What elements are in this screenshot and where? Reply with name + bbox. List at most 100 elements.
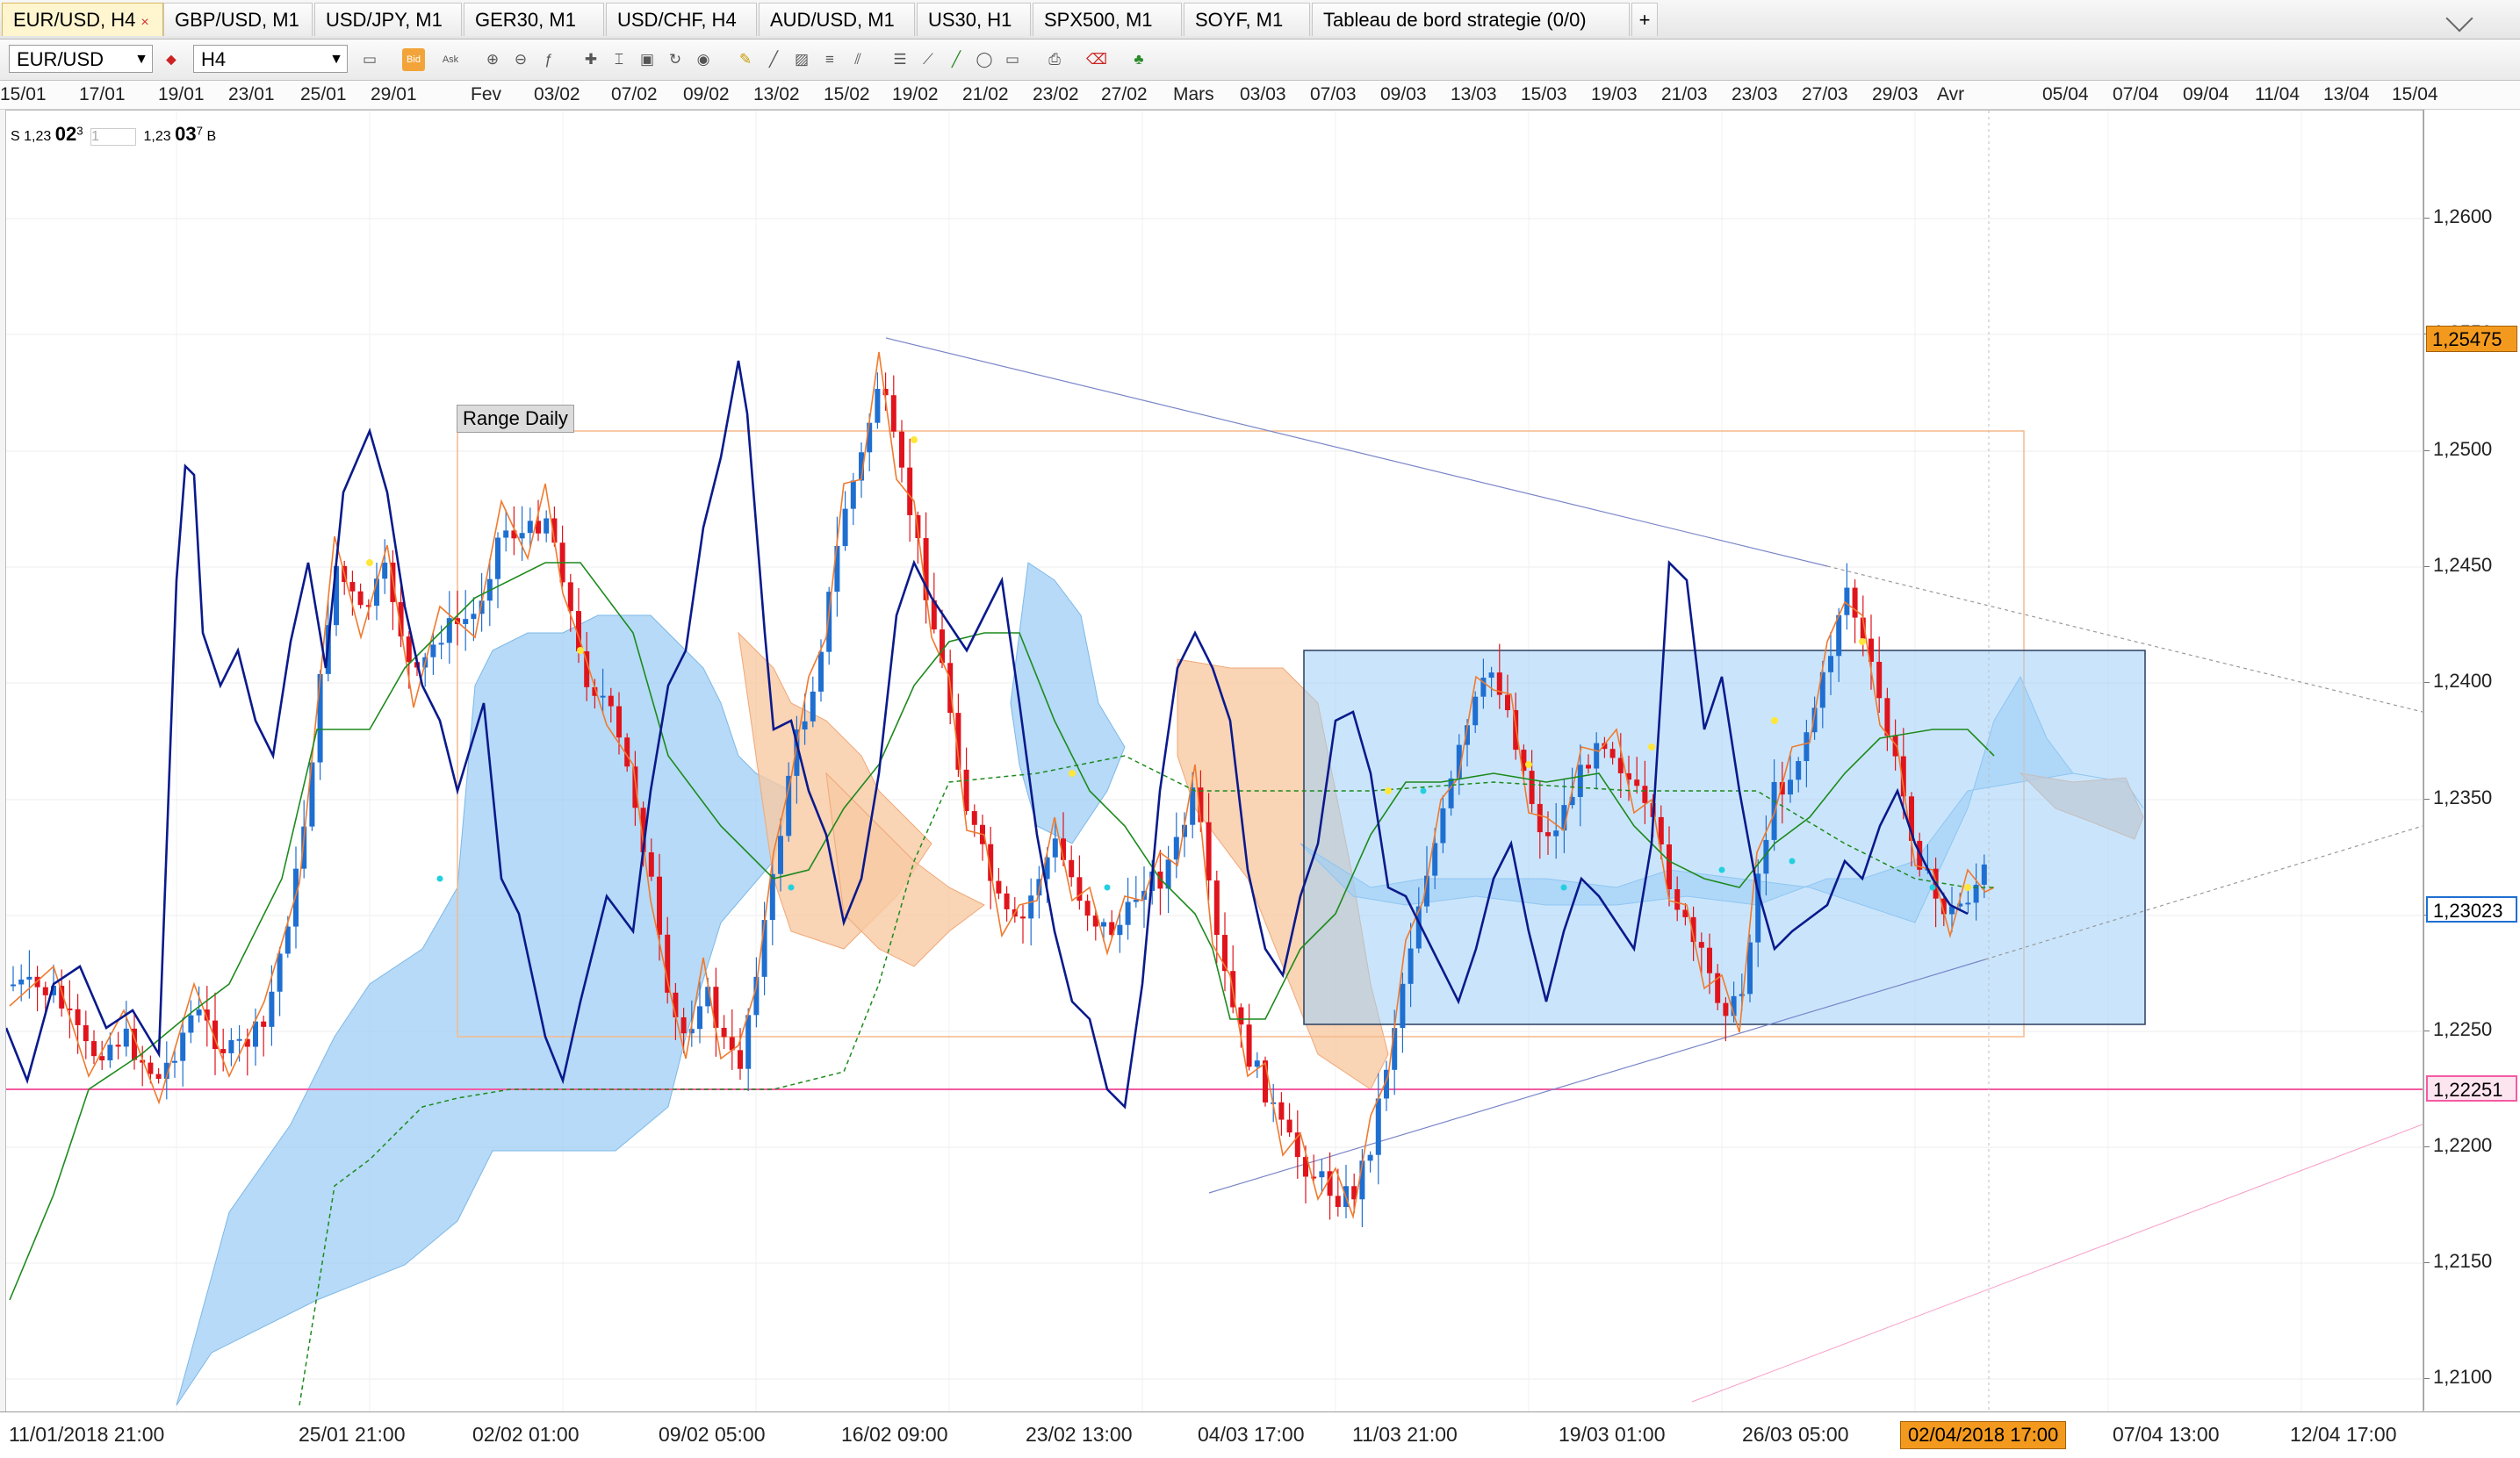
date-scale-label: 23/03: [1732, 84, 1778, 104]
close-icon[interactable]: ×: [140, 15, 148, 30]
ask-button[interactable]: Ask: [439, 48, 462, 71]
tab-gbpusd-m1[interactable]: GBP/USD, M1: [163, 3, 313, 36]
eraser-icon[interactable]: ⌫: [1085, 48, 1108, 71]
print-icon[interactable]: ⎙: [1043, 48, 1066, 71]
bearish-candle: [907, 467, 913, 515]
horizontal-lines-icon[interactable]: ☰: [889, 48, 911, 71]
signal-marker: [911, 436, 918, 443]
indicators-icon[interactable]: ƒ: [537, 48, 560, 71]
tab-label: GBP/USD, M1: [175, 9, 299, 31]
globe-icon[interactable]: ◉: [692, 48, 715, 71]
bullish-candle: [1375, 1098, 1381, 1155]
bullish-candle: [875, 389, 881, 423]
bid-button[interactable]: Bid: [402, 48, 425, 71]
signal-marker: [577, 647, 584, 654]
bearish-candle: [75, 1009, 81, 1025]
zoom-in-icon[interactable]: ⊕: [481, 48, 504, 71]
date-scale-label: 03/03: [1240, 84, 1286, 104]
symbol-select[interactable]: EUR/USD ▼: [9, 45, 153, 73]
sell-label: S: [11, 129, 20, 144]
price-tick-mark: [2424, 1378, 2430, 1379]
trend-line-upper: [885, 337, 1828, 567]
tab-audusd-m1[interactable]: AUD/USD, M1: [759, 3, 915, 36]
tree-icon[interactable]: ♣: [1127, 48, 1150, 71]
bearish-candle: [1667, 844, 1672, 890]
bullish-candle: [1319, 1171, 1325, 1178]
crosshair-icon[interactable]: ✚: [580, 48, 602, 71]
tab-soyf-m1[interactable]: SOYF, M1: [1184, 3, 1310, 36]
bullish-candle: [1052, 838, 1058, 858]
tab-eurusd-h4[interactable]: EUR/USD, H4 ×: [2, 3, 163, 36]
bearish-candle: [963, 769, 969, 812]
bullish-candle: [1844, 587, 1850, 615]
add-tab-button[interactable]: +: [1631, 3, 1658, 36]
bullish-candle: [1101, 922, 1106, 927]
cursor-icon[interactable]: ⌶: [608, 48, 630, 71]
bullish-candle: [293, 868, 299, 927]
sell-price-prefix: 1,23: [24, 129, 52, 144]
bullish-candle: [1400, 983, 1406, 1029]
bearish-candle: [349, 582, 356, 592]
date-scale-label: 29/03: [1872, 84, 1919, 104]
date-scale-label: 07/04: [2113, 84, 2159, 104]
date-scale-label: 19/02: [892, 84, 939, 104]
chart-toolbar: EUR/USD ▼ ⬥ H4 ▼ ▭ Bid Ask ⊕ ⊖ ƒ ✚ ⌶ ▣ ↻ ◉…: [0, 40, 2520, 81]
save-template-icon[interactable]: ▣: [636, 48, 659, 71]
tab-ger30-m1[interactable]: GER30, M1: [464, 3, 604, 36]
sell-price-fraction: 3: [76, 124, 83, 138]
price-axis[interactable]: 1,26001,25501,25001,24501,24001,23501,23…: [2423, 110, 2520, 1411]
pencil-icon[interactable]: ✎: [734, 48, 757, 71]
signal-marker: [1929, 884, 1936, 891]
date-scale-label: 09/03: [1380, 84, 1427, 104]
zoom-out-icon[interactable]: ⊖: [509, 48, 532, 71]
bearish-candle: [1505, 694, 1510, 711]
spread-value: 1: [90, 128, 137, 146]
tab-usdjpy-m1[interactable]: USD/JPY, M1: [314, 3, 462, 36]
tab-usdchf-h4[interactable]: USD/CHF, H4: [606, 3, 757, 36]
price-tick-mark: [2424, 682, 2430, 683]
fibonacci-icon[interactable]: ≡: [818, 48, 841, 71]
image-icon[interactable]: ▨: [790, 48, 813, 71]
shapes-icon[interactable]: ▭: [1001, 48, 1024, 71]
buy-price-pips: 03: [175, 123, 197, 145]
buy-label: B: [206, 129, 217, 144]
channel-icon[interactable]: ⫽: [846, 48, 869, 71]
date-scale-label: 21/02: [962, 84, 1009, 104]
date-scale-label: 11/04: [2255, 84, 2300, 104]
bearish-candle: [1642, 786, 1648, 803]
bullish-candle: [850, 480, 856, 509]
chart-canvas[interactable]: [6, 111, 2423, 1411]
price-tick-mark: [2424, 799, 2430, 800]
time-axis[interactable]: 11/01/2018 21:00 25/01 21:00 02/02 01:00 09…: [0, 1411, 2520, 1458]
tab-us30-h1[interactable]: US30, H1: [917, 3, 1031, 36]
trend-icon[interactable]: ⟋: [917, 48, 940, 71]
bearish-candle: [1084, 901, 1091, 916]
bearish-candle: [1206, 822, 1212, 881]
bearish-candle: [1723, 1002, 1729, 1016]
bearish-candle: [1674, 889, 1681, 910]
chart-type-icon[interactable]: ▭: [358, 48, 381, 71]
signal-marker: [1385, 787, 1392, 794]
time-tick-label: 11/01/2018 21:00: [9, 1423, 165, 1446]
bullish-candle: [495, 537, 500, 579]
tab-spx500-m1[interactable]: SPX500, M1: [1033, 3, 1182, 36]
tab-strategy-dashboard[interactable]: Tableau de bord strategie (0/0): [1312, 3, 1630, 36]
chevron-down-icon: ▼: [134, 52, 148, 67]
timeframe-select[interactable]: H4 ▼: [193, 45, 348, 73]
tab-label: EUR/USD, H4: [13, 9, 136, 31]
bearish-candle: [1069, 859, 1075, 878]
bullish-candle: [778, 836, 783, 874]
draw-line-icon[interactable]: ╱: [945, 48, 968, 71]
chart-style-icon[interactable]: ⬥: [160, 48, 183, 71]
high-price-badge: 1,25475: [2426, 326, 2517, 352]
time-tick-label: 04/03 17:00: [1198, 1423, 1305, 1446]
bullish-candle: [438, 643, 444, 645]
tabs-dropdown-icon[interactable]: [2445, 4, 2473, 32]
bullish-candle: [745, 1015, 752, 1069]
bearish-candle: [148, 1062, 154, 1074]
price-chart[interactable]: [5, 110, 2423, 1412]
refresh-icon[interactable]: ↻: [664, 48, 687, 71]
line-tool-icon[interactable]: ╱: [762, 48, 785, 71]
bullish-candle: [1788, 779, 1793, 795]
ellipse-icon[interactable]: ◯: [973, 48, 996, 71]
